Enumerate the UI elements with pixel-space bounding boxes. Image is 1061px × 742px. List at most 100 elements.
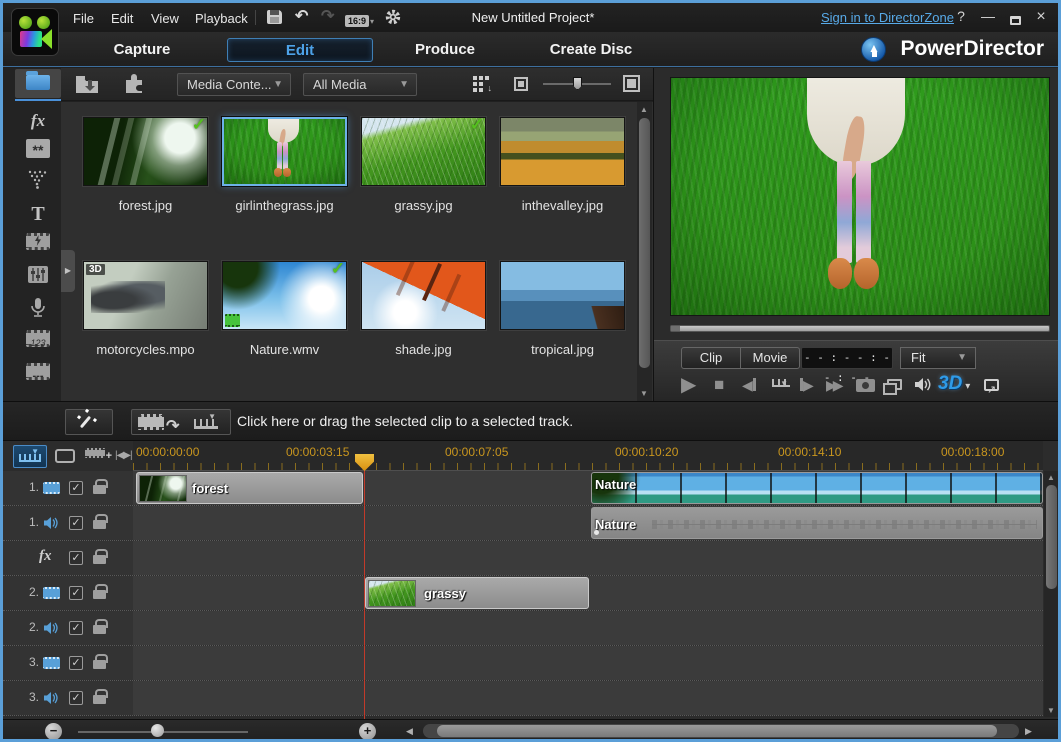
- timeline-zoom-thumb[interactable]: [151, 724, 164, 737]
- seek-handle[interactable]: [671, 326, 680, 331]
- sidebar-item-voice-over-room[interactable]: [16, 297, 60, 325]
- track-lane-video-3[interactable]: [133, 646, 1043, 680]
- drag-hint-text[interactable]: Click here or drag the selected clip to …: [237, 413, 573, 429]
- track-lock-icon[interactable]: [93, 660, 106, 669]
- track-lock-icon[interactable]: [93, 625, 106, 634]
- dual-preview-icon[interactable]: [887, 373, 902, 390]
- volume-keyframe-node[interactable]: [594, 530, 599, 535]
- sidebar-item-media-room[interactable]: [15, 69, 61, 98]
- track-lock-icon[interactable]: [93, 590, 106, 599]
- track-lane-video-2[interactable]: grassy: [133, 576, 1043, 610]
- media-item-shade[interactable]: shade.jpg: [361, 261, 500, 357]
- sidebar-item-particle-room[interactable]: [16, 170, 60, 198]
- track-lock-icon[interactable]: [93, 555, 106, 564]
- timeline-zoom-in-button[interactable]: +: [359, 723, 376, 740]
- previous-frame-button[interactable]: ◀: [742, 373, 756, 397]
- media-thumbnail[interactable]: [500, 117, 625, 186]
- stop-button[interactable]: ■: [714, 373, 724, 397]
- small-thumbnail-icon[interactable]: [514, 77, 528, 91]
- media-item-tropical[interactable]: tropical.jpg: [500, 261, 639, 357]
- play-button[interactable]: ▶: [681, 373, 696, 397]
- library-flyout-handle[interactable]: ▶: [61, 250, 75, 292]
- snap-toggle-icon[interactable]: |◀▶|: [115, 450, 132, 461]
- movie-mode-button[interactable]: Movie: [740, 347, 800, 369]
- track-lock-icon[interactable]: [93, 485, 106, 494]
- snapshot-camera-icon[interactable]: [856, 373, 875, 392]
- sort-view-icon[interactable]: ↓: [473, 76, 491, 92]
- scrollbar-thumb[interactable]: [437, 725, 997, 737]
- step-ruler-button[interactable]: [772, 379, 790, 387]
- sidebar-item-pip-objects-room[interactable]: **: [16, 139, 60, 167]
- media-item-forest[interactable]: ✓ forest.jpg: [83, 117, 222, 213]
- 3d-toggle-button[interactable]: 3D▾: [938, 372, 970, 399]
- sidebar-item-subtitle-room[interactable]: ---: [16, 363, 60, 391]
- sidebar-item-audio-mixing-room[interactable]: [16, 265, 60, 293]
- media-thumbnail[interactable]: [222, 117, 347, 186]
- media-thumbnail[interactable]: [500, 261, 625, 330]
- timeline-ruler[interactable]: 00:00:00:00 00:00:03:15 00:00:07:05 00:0…: [133, 441, 1043, 471]
- clip-forest[interactable]: forest: [136, 472, 363, 504]
- tab-edit[interactable]: Edit: [227, 38, 373, 62]
- signin-directorzone-link[interactable]: Sign in to DirectorZone: [821, 10, 954, 25]
- track-lane-audio-1[interactable]: Nature: [133, 506, 1043, 540]
- media-item-motorcycles[interactable]: 3D motorcycles.mpo: [83, 261, 222, 357]
- scrollbar-thumb[interactable]: [1046, 485, 1057, 589]
- volume-speaker-icon[interactable]: [914, 375, 931, 399]
- maximize-button[interactable]: [1005, 12, 1025, 28]
- clip-nature-video[interactable]: Nature: [591, 472, 1043, 504]
- menu-file[interactable]: File: [67, 9, 100, 28]
- thumbnail-zoom-slider[interactable]: [543, 83, 611, 85]
- import-media-icon[interactable]: [75, 74, 99, 99]
- track-header-video-2[interactable]: 2. ✓: [3, 576, 133, 610]
- track-lane-fx[interactable]: [133, 541, 1043, 575]
- track-lock-icon[interactable]: [93, 520, 106, 529]
- sidebar-item-chapter-room[interactable]: 123: [16, 330, 60, 358]
- track-header-fx[interactable]: fx ✓: [3, 541, 133, 575]
- insert-to-timeline-button[interactable]: ↷: [131, 409, 231, 435]
- settings-gear-icon[interactable]: [385, 9, 401, 31]
- timecode-display[interactable]: - - : - - : - - : - -: [801, 347, 893, 369]
- scroll-up-icon[interactable]: ▲: [640, 105, 648, 114]
- scroll-left-icon[interactable]: ◀: [406, 726, 413, 737]
- aspect-ratio-button[interactable]: 16:9: [345, 10, 369, 31]
- track-header-audio-1[interactable]: 1. ✓: [3, 506, 133, 540]
- track-enable-checkbox[interactable]: ✓: [69, 621, 83, 635]
- clip-nature-audio[interactable]: Nature: [591, 507, 1043, 539]
- tab-create-disc[interactable]: Create Disc: [536, 38, 646, 62]
- media-item-grassy[interactable]: ✓ grassy.jpg: [361, 117, 500, 213]
- sidebar-item-transition-room[interactable]: [16, 233, 60, 261]
- track-header-audio-3[interactable]: 3. ✓: [3, 681, 133, 715]
- timeline-zoom-out-button[interactable]: −: [45, 723, 62, 740]
- fast-forward-button[interactable]: ▶▶: [826, 373, 840, 397]
- media-item-nature[interactable]: ✓ Nature.wmv: [222, 261, 361, 357]
- track-lane-audio-3[interactable]: [133, 681, 1043, 715]
- scrollbar-thumb[interactable]: [639, 118, 650, 368]
- media-filter-dropdown[interactable]: All Media▼: [303, 73, 417, 96]
- add-track-button[interactable]: [85, 448, 105, 458]
- clip-grassy[interactable]: grassy: [365, 577, 589, 609]
- track-enable-checkbox[interactable]: ✓: [69, 656, 83, 670]
- media-thumbnail[interactable]: ✓: [222, 261, 347, 330]
- preview-seek-bar[interactable]: [670, 325, 1050, 332]
- magic-wand-button[interactable]: [65, 409, 113, 435]
- media-thumbnail[interactable]: ✓: [361, 117, 486, 186]
- save-icon[interactable]: [267, 10, 282, 24]
- track-lock-icon[interactable]: [93, 695, 106, 704]
- track-lane-audio-2[interactable]: [133, 611, 1043, 645]
- preview-video[interactable]: [670, 77, 1050, 316]
- media-thumbnail[interactable]: [361, 261, 486, 330]
- fit-zoom-dropdown[interactable]: Fit▼: [900, 347, 976, 369]
- sidebar-item-title-room[interactable]: T: [16, 201, 60, 229]
- menu-playback[interactable]: Playback: [189, 9, 254, 28]
- aspect-dropdown-arrow[interactable]: ▾: [370, 12, 374, 32]
- track-header-video-1[interactable]: 1. ✓: [3, 471, 133, 505]
- track-enable-checkbox[interactable]: ✓: [69, 481, 83, 495]
- scroll-up-icon[interactable]: ▲: [1047, 473, 1055, 482]
- close-button[interactable]: ×: [1031, 8, 1051, 26]
- tab-produce[interactable]: Produce: [395, 38, 495, 62]
- scroll-right-icon[interactable]: ▶: [1025, 726, 1032, 737]
- timeline-vertical-scrollbar[interactable]: ▲ ▼: [1044, 471, 1059, 717]
- slider-thumb[interactable]: [573, 77, 582, 90]
- media-item-girlinthegrass[interactable]: girlinthegrass.jpg: [222, 117, 361, 213]
- tab-capture[interactable]: Capture: [92, 38, 192, 62]
